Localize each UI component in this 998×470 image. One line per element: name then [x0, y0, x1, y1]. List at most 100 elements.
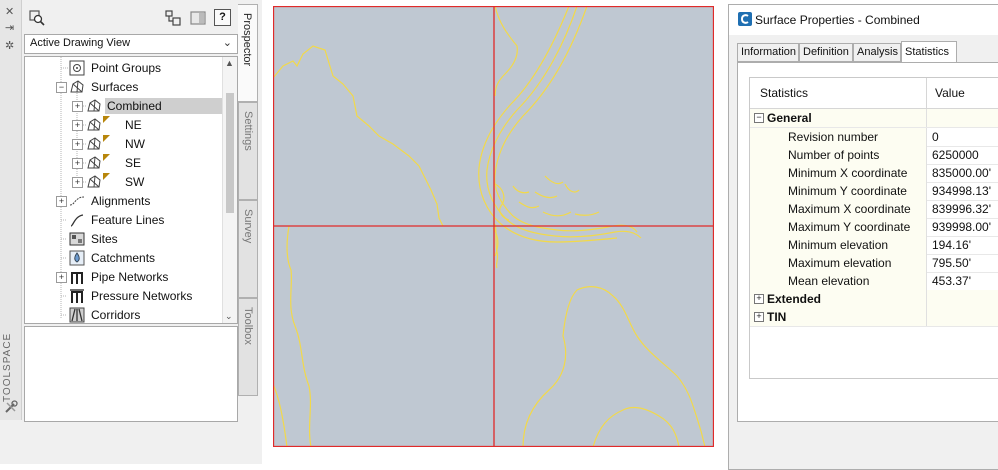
help-button[interactable]: ?: [214, 9, 231, 26]
column-divider: [926, 109, 927, 127]
tree-item-surface-nw[interactable]: + NW: [25, 135, 221, 154]
property-row[interactable]: Minimum X coordinate 835000.00': [750, 164, 998, 183]
tree-label: Catchments: [91, 251, 156, 265]
column-divider[interactable]: [926, 78, 927, 108]
tab-statistics[interactable]: Statistics: [901, 41, 957, 63]
expand-toggle[interactable]: +: [72, 158, 83, 169]
property-name: Number of points: [788, 148, 880, 162]
auto-hide-icon[interactable]: ⇥: [5, 22, 14, 34]
tree-item-feature-lines[interactable]: Feature Lines: [25, 211, 221, 230]
tree-label-selected: Combined: [105, 98, 231, 114]
tree-label: Pipe Networks: [91, 270, 169, 284]
tree-item-surface-se[interactable]: + SE: [25, 154, 221, 173]
surface-contours: [273, 6, 714, 447]
collapse-toggle[interactable]: −: [56, 82, 67, 93]
property-row[interactable]: Maximum Y coordinate 939998.00': [750, 218, 998, 237]
tree-item-surface-ne[interactable]: + NE: [25, 116, 221, 135]
property-value: 795.50': [932, 256, 971, 270]
catchments-icon: [69, 250, 85, 266]
property-row[interactable]: Maximum elevation 795.50': [750, 254, 998, 273]
property-row[interactable]: Mean elevation 453.37': [750, 272, 998, 291]
property-row[interactable]: Revision number 0: [750, 128, 998, 147]
tree-item-surfaces[interactable]: − Surfaces: [25, 78, 221, 97]
row-indent: [750, 254, 770, 272]
tree-label: Surfaces: [91, 80, 139, 94]
tree-label: Alignments: [91, 194, 151, 208]
expand-toggle[interactable]: +: [754, 294, 764, 304]
close-icon[interactable]: ✕: [5, 6, 14, 18]
panel-toggle-icon[interactable]: [189, 9, 207, 27]
tree-item-corridors[interactable]: Corridors: [25, 306, 221, 323]
surface-out-of-date-icon: [87, 137, 101, 150]
property-name: Mean elevation: [788, 274, 870, 288]
tree-item-alignments[interactable]: + Alignments: [25, 192, 221, 211]
tree-label: Corridors: [91, 308, 141, 322]
column-divider: [926, 236, 927, 254]
warning-flag-icon: [103, 116, 110, 123]
tree-item-sites[interactable]: Sites: [25, 230, 221, 249]
tab-information[interactable]: Information: [737, 43, 799, 62]
tab-prospector[interactable]: Prospector: [238, 4, 258, 102]
column-header-value[interactable]: Value: [935, 86, 965, 100]
expand-toggle[interactable]: +: [72, 139, 83, 150]
property-row[interactable]: Maximum X coordinate 839996.32': [750, 200, 998, 219]
expand-toggle[interactable]: +: [56, 196, 67, 207]
tab-settings[interactable]: Settings: [238, 102, 258, 200]
property-value: 939998.00': [932, 220, 992, 234]
expand-toggle[interactable]: +: [56, 272, 67, 283]
property-value: 6250000: [932, 148, 979, 162]
tools-icon[interactable]: [4, 400, 18, 414]
scrollbar-thumb[interactable]: [226, 93, 234, 213]
column-divider: [926, 254, 927, 272]
group-row-tin[interactable]: + TIN: [750, 308, 998, 327]
tab-label: Toolbox: [242, 307, 254, 345]
chevron-down-icon[interactable]: ⌄: [225, 311, 233, 322]
column-divider: [926, 272, 927, 290]
toolspace-label: TOOLSPACE: [2, 332, 13, 402]
tile-boundaries: [273, 6, 714, 447]
row-indent: [750, 272, 770, 290]
tree-scrollbar[interactable]: ▲ ⌄: [222, 57, 237, 323]
group-label: TIN: [767, 310, 787, 324]
tree-item-surface-sw[interactable]: + SW: [25, 173, 221, 192]
tab-toolbox[interactable]: Toolbox: [238, 298, 258, 396]
property-name: Minimum elevation: [788, 238, 889, 252]
dialog-title-bar[interactable]: Surface Properties - Combined: [729, 5, 998, 35]
item-view-icon[interactable]: [164, 9, 182, 27]
property-value: 835000.00': [932, 166, 992, 180]
drawing-view-dropdown[interactable]: Active Drawing View ⌄: [24, 34, 238, 54]
property-row[interactable]: Minimum Y coordinate 934998.13': [750, 182, 998, 201]
properties-gear-icon[interactable]: ✲: [5, 40, 14, 52]
tree-item-point-groups[interactable]: Point Groups: [25, 59, 221, 78]
tree-label: NW: [125, 137, 145, 151]
tab-survey[interactable]: Survey: [238, 200, 258, 298]
statistics-tab-panel: Statistics Value − General Revision numb…: [737, 62, 998, 422]
dropdown-value: Active Drawing View: [30, 37, 131, 49]
property-row[interactable]: Minimum elevation 194.16': [750, 236, 998, 255]
scroll-up-icon[interactable]: ▲: [225, 58, 234, 68]
tree-label: Sites: [91, 232, 118, 246]
tab-label: Prospector: [241, 13, 253, 67]
zoom-search-icon[interactable]: [28, 9, 46, 27]
tab-definition[interactable]: Definition: [799, 43, 853, 62]
tree-item-surface-combined[interactable]: + Combined: [25, 97, 231, 116]
column-header-statistics[interactable]: Statistics: [760, 86, 808, 100]
collapse-toggle[interactable]: −: [754, 113, 764, 123]
drawing-viewport[interactable]: [273, 6, 714, 447]
group-row-extended[interactable]: + Extended: [750, 290, 998, 309]
property-row[interactable]: Number of points 6250000: [750, 146, 998, 165]
group-row-general[interactable]: − General: [750, 109, 998, 128]
expand-toggle[interactable]: +: [754, 312, 764, 322]
tree-item-catchments[interactable]: Catchments: [25, 249, 221, 268]
expand-toggle[interactable]: +: [72, 101, 83, 112]
tree-item-pressure-networks[interactable]: Pressure Networks: [25, 287, 221, 306]
tab-analysis[interactable]: Analysis: [853, 43, 901, 62]
tree-item-pipe-networks[interactable]: + Pipe Networks: [25, 268, 221, 287]
row-indent: [750, 128, 770, 146]
corridors-icon: [69, 307, 85, 323]
surface-properties-dialog: Surface Properties - Combined Informatio…: [728, 4, 998, 470]
property-value: 839996.32': [932, 202, 992, 216]
expand-toggle[interactable]: +: [72, 120, 83, 131]
expand-toggle[interactable]: +: [72, 177, 83, 188]
toolspace-panel: ? Active Drawing View ⌄ Point Groups − S…: [24, 4, 238, 422]
